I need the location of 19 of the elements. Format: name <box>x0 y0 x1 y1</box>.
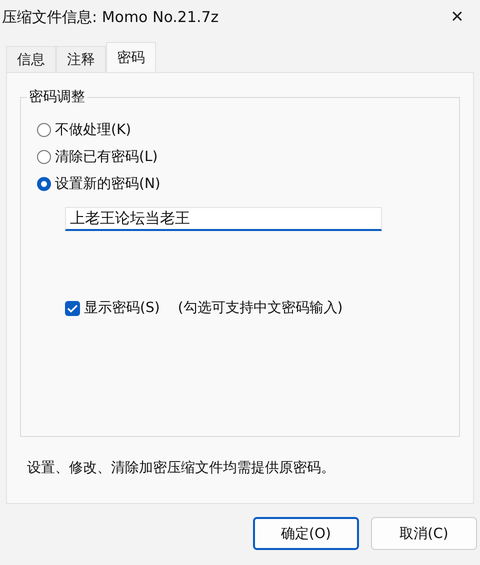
radio-button[interactable] <box>37 176 51 190</box>
radio-button[interactable] <box>37 150 51 164</box>
radio-label[interactable]: 清除已有密码(L) <box>55 148 158 166</box>
radio-button[interactable] <box>37 122 51 136</box>
tab[interactable]: 密码 <box>106 42 156 73</box>
tab[interactable]: 注释 <box>56 46 106 72</box>
window-title: 压缩文件信息: Momo No.21.7z <box>2 8 219 26</box>
radio-label[interactable]: 设置新的密码(N) <box>55 174 160 192</box>
note-text: 设置、修改、清除加密压缩文件均需提供原密码。 <box>26 459 336 477</box>
checkbox[interactable] <box>65 300 80 316</box>
radio-label[interactable]: 不做处理(K) <box>55 120 132 138</box>
close-button[interactable]: ✕ <box>442 2 472 32</box>
password-field[interactable]: 上老王论坛当老王 <box>65 207 382 231</box>
ok-button[interactable]: 确定(O) <box>253 517 359 550</box>
hint-text: (勾选可支持中文密码输入) <box>178 299 343 317</box>
checkbox-label[interactable]: 显示密码(S) <box>84 299 160 317</box>
tab[interactable]: 信息 <box>6 46 56 72</box>
cancel-button[interactable]: 取消(C) <box>371 517 477 550</box>
group-title: 密码调整 <box>27 88 87 106</box>
